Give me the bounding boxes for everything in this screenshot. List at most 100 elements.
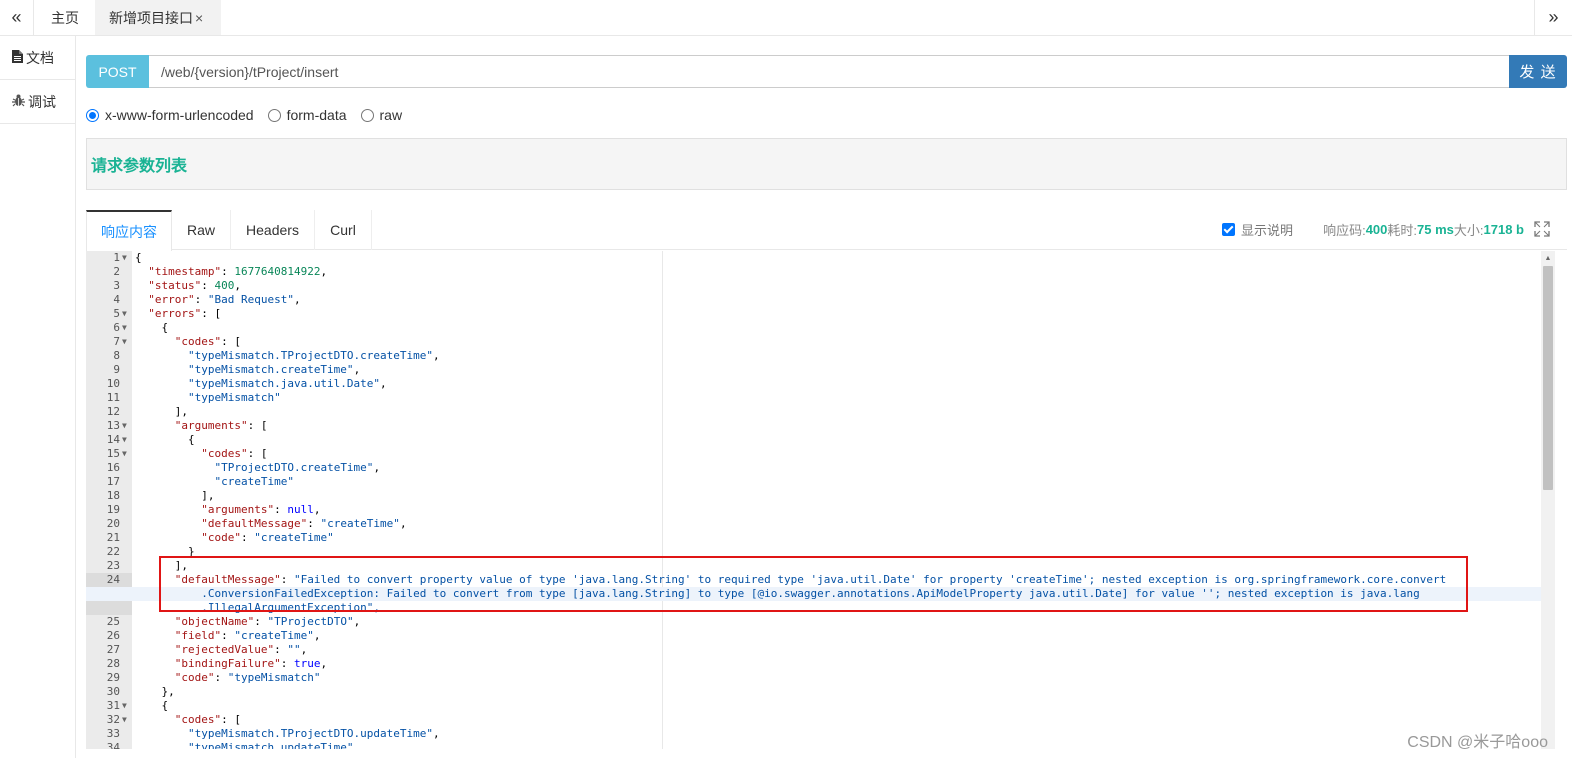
radio-form-data[interactable]: form-data [267, 107, 347, 123]
sidebar: 文档 调试 [0, 36, 76, 758]
radio-label: form-data [286, 107, 347, 123]
code-text: .ConversionFailedException: Failed to co… [135, 587, 1420, 600]
code-text: "typeMismatch.updateTime", [187, 741, 361, 749]
radio-label: x-www-form-urlencoded [105, 107, 254, 123]
line-number: 10 [106, 377, 120, 390]
code-text: .IllegalArgumentException", [135, 601, 381, 614]
fold-arrow-icon[interactable]: ▼ [122, 699, 127, 713]
response-code-editor[interactable]: 1 ▼{2 "timestamp": 1677640814922, 3 "statu… [86, 251, 1555, 749]
code-text: "objectName": "TProjectDTO", [174, 615, 361, 628]
watermark: CSDN @米子哈ooo [1407, 734, 1548, 751]
code-text: "timestamp": 1677640814922, [148, 265, 328, 278]
line-number: 12 [106, 405, 120, 418]
line-number: 11 [106, 391, 120, 404]
code-text: "typeMismatch.createTime", [187, 363, 361, 376]
sidebar-item-label: 文档 [26, 49, 54, 66]
tab-response-content[interactable]: 响应内容 [86, 210, 172, 251]
code-text: "codes": [ [174, 713, 241, 726]
code-text: "status": 400, [148, 279, 241, 292]
code-text: "code": "createTime" [201, 531, 334, 544]
fullscreen-icon[interactable] [1534, 221, 1550, 237]
request-params-panel: 请求参数列表 [86, 138, 1567, 190]
scroll-tabs-right-icon[interactable]: » [1534, 0, 1572, 35]
url-input[interactable]: /web/{version}/tProject/insert [149, 55, 1510, 88]
show-description-checkbox[interactable] [1222, 222, 1236, 236]
line-number: 13 [106, 419, 120, 432]
tab-home[interactable]: 主页 [35, 0, 95, 35]
tab-headers[interactable]: Headers [231, 210, 314, 250]
code-text: ], [135, 405, 188, 418]
tab-raw[interactable]: Raw [172, 210, 230, 250]
line-number: 29 [106, 671, 120, 684]
code-text: "createTime" [214, 475, 294, 488]
radio-raw[interactable]: raw [360, 107, 403, 123]
line-number: 23 [106, 559, 120, 572]
top-tab-bar: « 主页 新增项目接口 × » [0, 0, 1572, 36]
line-number: 5 [113, 307, 120, 320]
fold-arrow-icon[interactable]: ▼ [122, 251, 127, 265]
tab-add-project-api[interactable]: 新增项目接口 × [95, 0, 221, 35]
line-number: 25 [106, 615, 120, 628]
radio-label: raw [379, 107, 403, 123]
code-text: } [135, 545, 195, 558]
fold-arrow-icon[interactable]: ▼ [122, 447, 127, 461]
code-text: "field": "createTime", [174, 629, 321, 642]
line-number: 22 [106, 545, 120, 558]
code-text: "typeMismatch.java.util.Date", [187, 377, 387, 390]
line-number: 30 [106, 685, 120, 698]
tab-curl[interactable]: Curl [315, 210, 371, 250]
line-number: 21 [106, 531, 120, 544]
line-number: 19 [106, 503, 120, 516]
code-text: { [135, 251, 142, 264]
print-margin [662, 251, 663, 749]
line-number: 4 [113, 293, 120, 306]
sidebar-item-docs[interactable]: 文档 [0, 36, 75, 80]
code-text: "typeMismatch.TProjectDTO.createTime", [187, 349, 440, 362]
code-text: "error": "Bad Request", [148, 293, 301, 306]
fold-arrow-icon[interactable]: ▼ [122, 713, 127, 727]
code-text: "typeMismatch" [187, 391, 281, 404]
status-code-value: 400 [1365, 221, 1388, 237]
code-text: "rejectedValue": "", [174, 643, 308, 656]
code-text: "codes": [ [174, 335, 241, 348]
response-size-value: 1718 b [1483, 221, 1524, 237]
line-number: 9 [113, 363, 120, 376]
line-number: 28 [106, 657, 120, 670]
code-text: }, [135, 685, 175, 698]
fold-arrow-icon[interactable]: ▼ [122, 321, 127, 335]
tab-label: 新增项目接口 [109, 9, 193, 26]
line-number: 7 [113, 335, 120, 348]
fold-arrow-icon[interactable]: ▼ [122, 307, 127, 321]
sidebar-item-debug[interactable]: 调试 [0, 80, 75, 124]
code-text: { [135, 321, 169, 334]
code-text: "defaultMessage": "createTime", [201, 517, 407, 530]
fold-arrow-icon[interactable]: ▼ [122, 419, 127, 433]
elapsed-time-value: 75 ms [1417, 221, 1454, 237]
radio-dot [86, 108, 99, 122]
close-icon[interactable]: × [195, 10, 203, 26]
radio-x-www-form-urlencoded[interactable]: x-www-form-urlencoded [86, 107, 254, 123]
scroll-tabs-left-icon[interactable]: « [0, 0, 34, 35]
code-text: "errors": [ [148, 307, 222, 320]
code-text: { [135, 699, 169, 712]
line-number: 27 [106, 643, 120, 656]
radio-dot [360, 108, 374, 122]
fold-arrow-icon[interactable]: ▼ [122, 433, 127, 447]
line-number: 17 [106, 475, 120, 488]
code-text: { [135, 433, 195, 446]
send-button[interactable]: 发 送 [1509, 55, 1567, 88]
code-text: ], [135, 489, 215, 502]
code-text: "defaultMessage": "Failed to convert pro… [135, 573, 1447, 586]
code-text: "bindingFailure": true, [174, 657, 328, 670]
code-text: "typeMismatch.TProjectDTO.updateTime", [187, 727, 440, 740]
fold-arrow-icon[interactable]: ▼ [122, 335, 127, 349]
scrollbar-thumb[interactable] [1543, 266, 1553, 490]
line-number: 26 [106, 629, 120, 642]
line-number: 14 [106, 433, 120, 446]
line-number: 33 [106, 727, 120, 740]
status-code-label: 响应码: [1323, 222, 1366, 238]
scroll-up-arrow-icon[interactable]: ▲ [1541, 252, 1555, 264]
http-method-badge: POST [86, 55, 149, 88]
response-size-label: 大小: [1453, 222, 1484, 238]
response-meta: 显示说明 响应码: 400 耗时: 75 ms 大小: 1718 b [1222, 220, 1550, 238]
